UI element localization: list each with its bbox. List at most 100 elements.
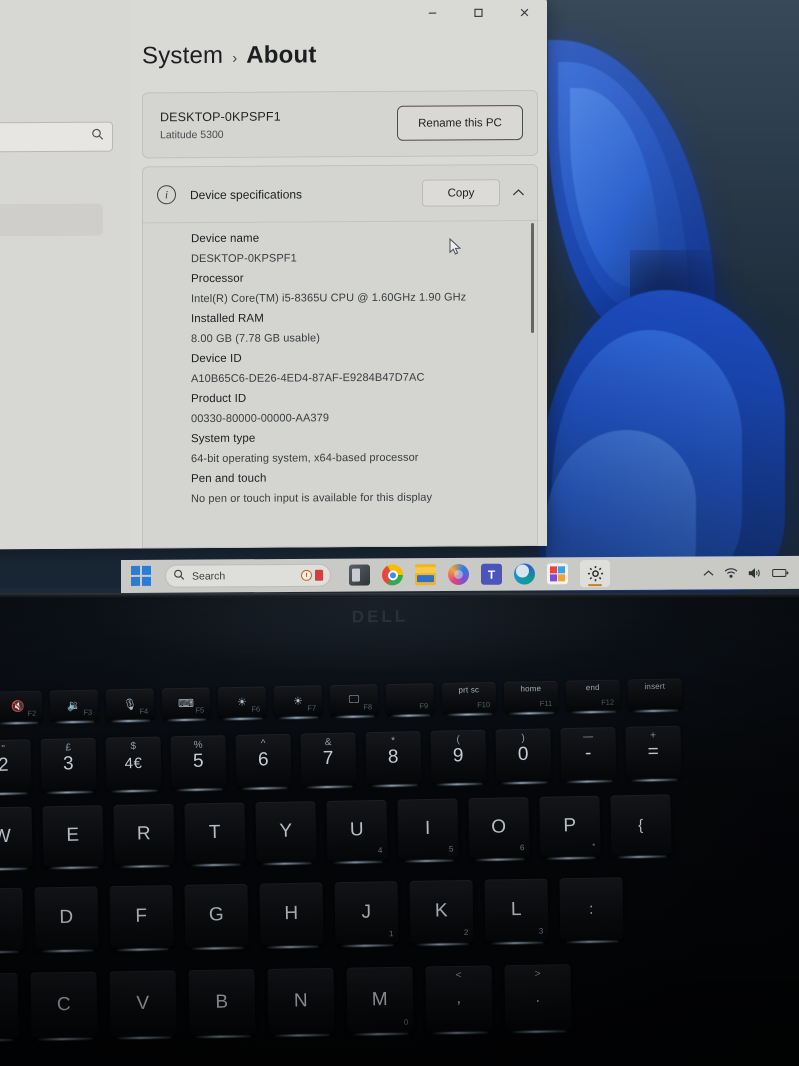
alarm-clock-icon[interactable] bbox=[301, 569, 312, 581]
screenshot-root: 49@gmail.com vices ernet n age curity bbox=[0, 0, 799, 1066]
key-minus[interactable]: — - bbox=[560, 726, 617, 784]
key-d[interactable]: D bbox=[34, 886, 99, 953]
chevron-up-icon[interactable] bbox=[703, 569, 714, 577]
key-9[interactable]: (9 bbox=[430, 729, 487, 786]
edge-icon[interactable] bbox=[514, 563, 535, 585]
pc-name: DESKTOP-0KPSPF1 bbox=[160, 109, 281, 125]
key-s[interactable]: S bbox=[0, 887, 24, 954]
vertical-scrollbar[interactable] bbox=[531, 223, 534, 334]
key-8[interactable]: * 8 bbox=[365, 731, 422, 788]
key-o[interactable]: O6 bbox=[468, 797, 530, 862]
key-f5[interactable]: ⌨ F5 bbox=[161, 687, 211, 722]
key-k[interactable]: K2 bbox=[409, 879, 474, 946]
key-end[interactable]: end F12 bbox=[565, 679, 621, 714]
spec-value: A10B65C6-DE26-4ED4-87AF-E9284B47D7AC bbox=[191, 371, 425, 386]
key-bracket-left[interactable]: { bbox=[610, 794, 672, 859]
key-t[interactable]: T bbox=[184, 802, 246, 867]
key-f[interactable]: F bbox=[109, 885, 174, 952]
key-equals[interactable]: + = bbox=[625, 725, 682, 782]
task-view-icon[interactable] bbox=[349, 564, 370, 586]
key-x[interactable]: X bbox=[0, 972, 19, 1042]
key-5[interactable]: % 5 bbox=[170, 735, 227, 792]
taskbar-app-icons bbox=[349, 560, 610, 589]
key-u[interactable]: U4 bbox=[326, 799, 388, 864]
key-e[interactable]: E bbox=[42, 805, 104, 870]
copy-button[interactable]: Copy bbox=[422, 179, 500, 207]
battery-icon[interactable] bbox=[772, 567, 789, 577]
key-i[interactable]: I5 bbox=[397, 798, 459, 863]
key-f6[interactable]: ☀ F6 bbox=[217, 686, 267, 721]
key-0[interactable]: ) 0 bbox=[495, 728, 552, 785]
key-j[interactable]: J1 bbox=[334, 881, 399, 948]
key-insert[interactable]: insert bbox=[627, 678, 683, 713]
key-r[interactable]: R bbox=[113, 803, 175, 868]
search-icon bbox=[173, 567, 185, 585]
key-f3[interactable]: 🔉 F3 bbox=[49, 689, 99, 724]
brightness-down-icon: ☀ bbox=[236, 696, 248, 709]
sidebar-item-system-selected[interactable] bbox=[0, 203, 103, 238]
mouse-cursor bbox=[449, 237, 462, 261]
copilot-icon[interactable] bbox=[448, 563, 469, 586]
taskbar-search-input[interactable]: Search bbox=[165, 563, 331, 588]
key-6[interactable]: ^ 6 bbox=[235, 733, 292, 790]
key-w[interactable]: W bbox=[0, 806, 33, 871]
maximize-icon[interactable] bbox=[455, 0, 501, 29]
spec-row: Device name DESKTOP-0KPSPF1 bbox=[143, 227, 539, 269]
minimize-icon[interactable] bbox=[409, 0, 455, 29]
wifi-icon[interactable] bbox=[724, 567, 738, 578]
key-b[interactable]: B bbox=[188, 969, 256, 1039]
sidebar-search-input[interactable] bbox=[0, 121, 113, 154]
close-icon[interactable] bbox=[501, 0, 547, 29]
key-period[interactable]: >. bbox=[504, 964, 572, 1034]
key-m[interactable]: M0 bbox=[346, 966, 414, 1036]
chevron-up-icon[interactable] bbox=[512, 184, 525, 202]
key-f8[interactable]: 🖵 F8 bbox=[329, 684, 379, 719]
key-h[interactable]: H bbox=[259, 882, 324, 949]
key-p[interactable]: P * bbox=[539, 795, 601, 860]
device-specifications-header[interactable]: i Device specifications Copy bbox=[143, 164, 539, 224]
volume-down-icon: 🔉 bbox=[67, 699, 82, 712]
key-home[interactable]: home F11 bbox=[503, 680, 559, 715]
settings-gear-icon[interactable] bbox=[580, 560, 610, 588]
key-4[interactable]: $4€ bbox=[105, 736, 162, 793]
keyboard-letter-row-1: W E R T Y U4 I5 O6 P * { bbox=[0, 794, 672, 871]
taskbar: Search bbox=[121, 555, 799, 593]
taskbar-search-label: Search bbox=[192, 569, 226, 583]
window-title-bar bbox=[387, 0, 547, 30]
spec-key: Device name bbox=[191, 232, 260, 246]
spec-value: 64-bit operating system, x64-based proce… bbox=[191, 451, 419, 466]
key-f4[interactable]: 🎙 F4 bbox=[105, 688, 155, 723]
spec-row: Processor Intel(R) Core(TM) i5-8365U CPU … bbox=[143, 267, 539, 309]
file-explorer-icon[interactable] bbox=[415, 564, 436, 586]
settings-sidebar: 49@gmail.com vices ernet n age curity bbox=[0, 0, 130, 550]
spec-key: Product ID bbox=[191, 392, 247, 406]
keyboard: 🔇 F2 🔉 F3 🎙 F4 ⌨ F5 ☀ F6 ☀ F7 🖵 F8 F9 prt sc F10… bbox=[0, 593, 799, 1066]
key-n[interactable]: N bbox=[267, 967, 335, 1037]
device-specifications-title: Device specifications bbox=[190, 186, 303, 202]
rename-this-pc-button[interactable]: Rename this PC bbox=[397, 105, 523, 141]
key-c[interactable]: C bbox=[30, 971, 98, 1041]
breadcrumb-system[interactable]: System bbox=[142, 42, 223, 70]
chrome-icon[interactable] bbox=[382, 564, 403, 586]
windows-start-icon[interactable] bbox=[131, 565, 153, 587]
keyboard-number-row: " 2 £3 $4€ % 5 ^ 6 & 7 * 8 (9 ) 0 — - + = bbox=[0, 725, 682, 796]
key-comma[interactable]: <, bbox=[425, 965, 493, 1035]
key-semicolon[interactable]: : bbox=[559, 877, 624, 944]
key-3[interactable]: £3 bbox=[40, 737, 97, 794]
taskbar-search-badges[interactable] bbox=[301, 569, 323, 581]
key-f7[interactable]: ☀ F7 bbox=[273, 685, 323, 720]
key-v[interactable]: V bbox=[109, 970, 177, 1040]
key-f2[interactable]: 🔇 F2 bbox=[0, 690, 43, 725]
red-widget-icon[interactable] bbox=[315, 569, 323, 581]
key-7[interactable]: & 7 bbox=[300, 732, 357, 789]
key-f9[interactable]: F9 bbox=[385, 683, 435, 718]
key-print-screen[interactable]: prt sc F10 bbox=[441, 681, 497, 716]
volume-icon[interactable] bbox=[748, 567, 762, 579]
key-2[interactable]: " 2 bbox=[0, 739, 32, 796]
info-icon: i bbox=[157, 185, 176, 205]
teams-icon[interactable] bbox=[481, 563, 502, 585]
key-y[interactable]: Y bbox=[255, 801, 317, 866]
key-g[interactable]: G bbox=[184, 883, 249, 950]
microsoft-store-icon[interactable] bbox=[547, 563, 568, 585]
key-l[interactable]: L3 bbox=[484, 878, 549, 945]
